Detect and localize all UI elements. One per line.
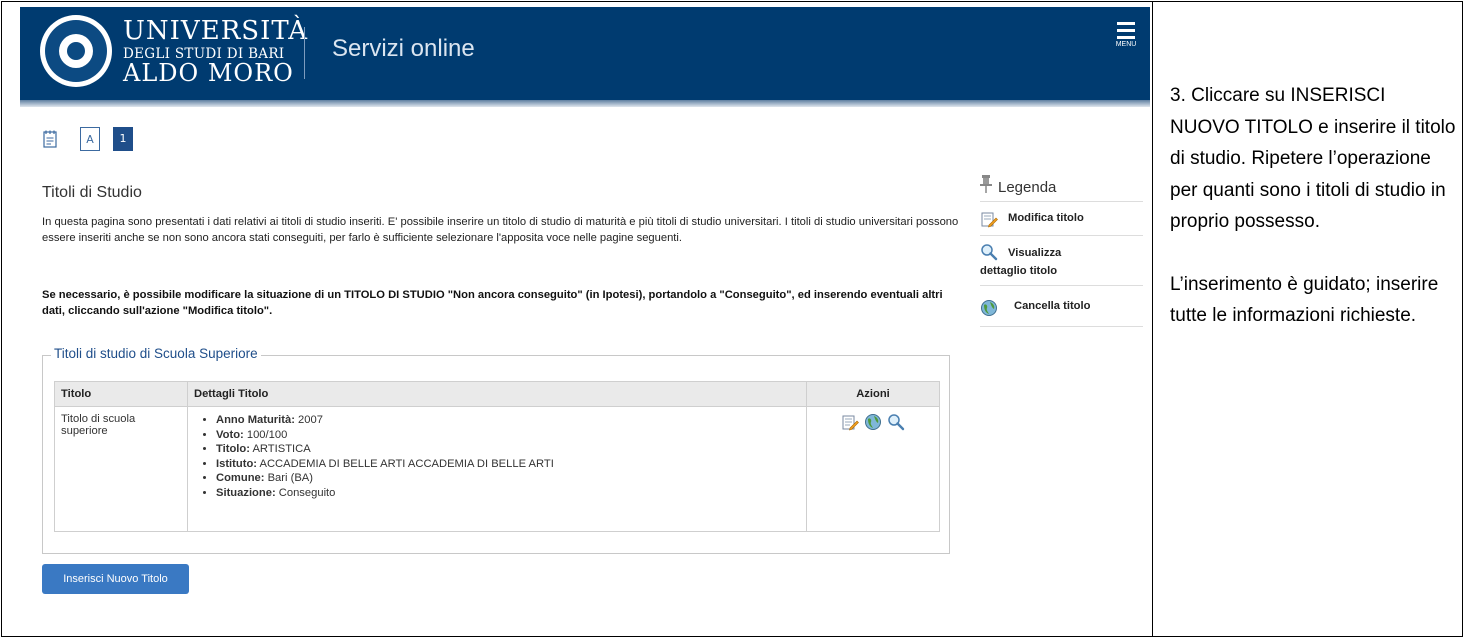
cell-dettagli: Anno Maturità: 2007 Voto: 100/100 Titolo… xyxy=(187,406,807,532)
hamburger-icon xyxy=(1117,22,1135,25)
magnifier-icon[interactable] xyxy=(887,413,905,431)
instructions-text: 3. Cliccare su INSERISCI NUOVO TITOLO e … xyxy=(1170,80,1460,332)
header-dettagli: Dettagli Titolo xyxy=(187,381,807,407)
university-name-line3: ALDO MORO xyxy=(123,59,294,87)
header-separator xyxy=(304,27,305,79)
header-titolo: Titolo xyxy=(54,381,188,407)
detail-item: Titolo: ARTISTICA xyxy=(216,442,800,457)
fieldset-legend: Titoli di studio di Scuola Superiore xyxy=(51,346,261,361)
menu-label: MENU xyxy=(1115,41,1137,48)
page-description-bold: Se necessario, è possibile modificare la… xyxy=(42,289,943,317)
site-header: UNIVERSITÀ DEGLI STUDI DI BARI ALDO MORO… xyxy=(20,7,1150,100)
detail-item: Voto: 100/100 xyxy=(216,428,800,443)
pin-icon xyxy=(980,175,992,193)
step-1-current[interactable]: 1 xyxy=(113,127,133,151)
detail-item: Situazione: Conseguito xyxy=(216,486,800,501)
high-school-titles-fieldset: Titoli di studio di Scuola Superiore Tit… xyxy=(42,346,950,554)
page-title: Titoli di Studio xyxy=(42,184,142,201)
insert-new-title-button[interactable]: Inserisci Nuovo Titolo xyxy=(42,564,189,594)
page-description: In questa pagina sono presentati i dati … xyxy=(42,216,959,244)
detail-item: Anno Maturità: 2007 xyxy=(216,413,800,428)
detail-item: Comune: Bari (BA) xyxy=(216,471,800,486)
menu-button[interactable]: MENU xyxy=(1114,22,1138,48)
globe-delete-icon[interactable] xyxy=(864,413,882,431)
detail-item: Istituto: ACCADEMIA DI BELLE ARTI ACCADE… xyxy=(216,457,800,472)
notebook-icon xyxy=(43,130,57,148)
step-a[interactable]: A xyxy=(80,127,100,151)
document-frame: UNIVERSITÀ DEGLI STUDI DI BARI ALDO MORO… xyxy=(1,1,1463,637)
header-shadow xyxy=(20,100,1150,107)
screenshot-panel: UNIVERSITÀ DEGLI STUDI DI BARI ALDO MORO… xyxy=(20,7,1150,636)
cell-titolo: Titolo di scuola superiore xyxy=(54,406,188,532)
legend-label: Cancella titolo xyxy=(1014,300,1091,312)
legend-label: Modifica titolo xyxy=(1008,212,1084,224)
titles-table: Titolo Dettagli Titolo Azioni Titolo di … xyxy=(54,381,940,532)
instruction-step-3: 3. Cliccare su INSERISCI NUOVO TITOLO e … xyxy=(1170,85,1456,232)
service-title: Servizi online xyxy=(332,35,475,62)
instruction-note: L’inserimento è guidato; inserire tutte … xyxy=(1170,273,1439,327)
edit-icon xyxy=(981,212,998,228)
university-seal-icon[interactable] xyxy=(40,15,112,87)
details-list: Anno Maturità: 2007 Voto: 100/100 Titolo… xyxy=(194,413,800,500)
legend-label: Visualizza dettaglio titolo xyxy=(980,247,1062,277)
header-azioni: Azioni xyxy=(806,381,940,407)
university-name-line1: UNIVERSITÀ xyxy=(123,16,309,46)
table-row: Titolo di scuola superiore Anno Maturità… xyxy=(54,406,940,532)
legend-item-cancella: Cancella titolo xyxy=(980,285,1143,327)
legend-title: Legenda xyxy=(998,179,1057,196)
cell-azioni xyxy=(806,406,940,532)
column-divider xyxy=(1152,2,1153,636)
legend-item-visualizza: Visualizza dettaglio titolo xyxy=(980,235,1143,286)
legend-item-modifica: Modifica titolo xyxy=(980,201,1143,236)
edit-icon[interactable] xyxy=(841,413,859,431)
globe-delete-icon xyxy=(981,300,997,316)
